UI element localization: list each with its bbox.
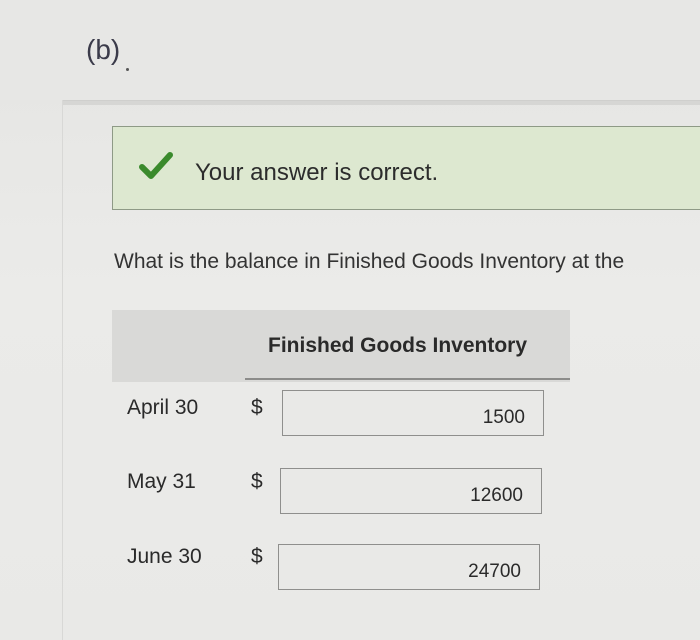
currency-symbol: $ bbox=[251, 396, 263, 419]
row-label-june-30: June 30 bbox=[127, 545, 202, 568]
correct-answer-banner: Your answer is correct. bbox=[112, 126, 700, 210]
checkmark-icon bbox=[139, 152, 173, 179]
content-left-border bbox=[62, 100, 63, 640]
table-title: Finished Goods Inventory bbox=[268, 334, 528, 357]
header-divider bbox=[62, 100, 700, 105]
part-header: (b) bbox=[0, 0, 700, 100]
currency-symbol: $ bbox=[251, 470, 263, 493]
currency-symbol: $ bbox=[251, 545, 263, 568]
amount-input-june-30[interactable]: 24700 bbox=[278, 544, 540, 590]
table-header: Finished Goods Inventory bbox=[112, 310, 570, 382]
row-label-may-31: May 31 bbox=[127, 470, 196, 493]
decorative-dot bbox=[126, 68, 129, 71]
question-text: What is the balance in Finished Goods In… bbox=[114, 250, 625, 273]
feedback-message: Your answer is correct. bbox=[195, 159, 439, 186]
amount-input-april-30[interactable]: 1500 bbox=[282, 390, 544, 436]
title-underline bbox=[245, 378, 570, 380]
amount-input-may-31[interactable]: 12600 bbox=[280, 468, 542, 514]
part-label: (b) bbox=[86, 34, 121, 65]
row-label-april-30: April 30 bbox=[127, 396, 199, 419]
